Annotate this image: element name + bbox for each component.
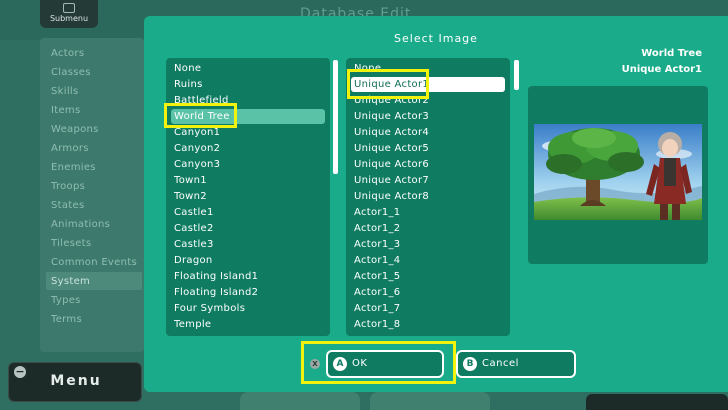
highlight-selected-image	[347, 69, 429, 99]
preview-caption: World Tree Unique Actor1	[622, 46, 702, 78]
b-button-icon: B	[463, 357, 477, 371]
highlight-ok-button	[301, 341, 456, 384]
image-list-item[interactable]: Actor1_2	[351, 221, 505, 236]
image-list-scrollbar[interactable]	[514, 60, 519, 90]
folder-list[interactable]: None Ruins Battlefield World Tree Canyon1 Can…	[166, 58, 330, 336]
folder-list-item[interactable]: Four Symbols	[171, 301, 325, 316]
select-image-dialog: Select Image None Ruins Battlefield World T…	[144, 16, 728, 392]
sidebar-item[interactable]: States	[51, 200, 84, 211]
folder-list-item[interactable]: Floating Island1	[171, 269, 325, 284]
folder-list-item[interactable]: Castle3	[171, 237, 325, 252]
background-bottom-button	[370, 392, 490, 410]
folder-list-item[interactable]: Town1	[171, 173, 325, 188]
sidebar-item[interactable]: Classes	[51, 67, 91, 78]
background-bottom-button	[240, 392, 360, 410]
image-preview-panel	[528, 86, 708, 264]
image-list-item[interactable]: Unique Actor3	[351, 109, 505, 124]
folder-list-item[interactable]: Ruins	[171, 77, 325, 92]
folder-list-item[interactable]: Castle1	[171, 205, 325, 220]
submenu-button[interactable]: Submenu	[40, 0, 98, 28]
image-list-item[interactable]: Actor1_3	[351, 237, 505, 252]
menu-button[interactable]: − Menu	[8, 362, 142, 402]
dialog-title: Select Image	[394, 32, 478, 45]
folder-list-item[interactable]: None	[171, 61, 325, 76]
folder-list-item[interactable]: Dragon	[171, 253, 325, 268]
sidebar-item[interactable]: Terms	[51, 314, 82, 325]
image-list-item[interactable]: Unique Actor7	[351, 173, 505, 188]
sidebar-item[interactable]: Common Events	[51, 257, 137, 268]
image-list-item[interactable]: Unique Actor6	[351, 157, 505, 172]
image-list-item[interactable]: Unique Actor4	[351, 125, 505, 140]
folder-list-item[interactable]: Temple	[171, 317, 325, 332]
folder-list-item[interactable]: Canyon2	[171, 141, 325, 156]
image-list-item[interactable]: Actor1_1	[351, 205, 505, 220]
image-list-item[interactable]: Actor1_5	[351, 269, 505, 284]
sidebar-item[interactable]: Types	[51, 295, 81, 306]
sidebar-item[interactable]: Weapons	[51, 124, 99, 135]
image-list-item[interactable]: Unique Actor8	[351, 189, 505, 204]
folder-list-item[interactable]: Town2	[171, 189, 325, 204]
image-list-item[interactable]: Actor1_4	[351, 253, 505, 268]
cancel-label: Cancel	[482, 358, 519, 369]
background-right-button	[586, 394, 728, 410]
folder-list-item[interactable]: Canyon3	[171, 157, 325, 172]
preview-image-name: Unique Actor1	[621, 64, 702, 75]
world-tree-preview-image	[534, 124, 702, 220]
sidebar-item[interactable]: Tilesets	[51, 238, 91, 249]
folder-list-scrollbar[interactable]	[333, 60, 338, 174]
sidebar-item[interactable]: Animations	[51, 219, 110, 230]
sidebar-item[interactable]: Armors	[51, 143, 89, 154]
cancel-button[interactable]: B Cancel	[456, 350, 576, 378]
folder-list-item[interactable]: Castle2	[171, 221, 325, 236]
image-list-item[interactable]: Unique Actor5	[351, 141, 505, 156]
sidebar-item[interactable]: Actors	[51, 48, 84, 59]
preview-folder-name: World Tree	[641, 48, 702, 59]
submenu-label: Submenu	[49, 14, 89, 23]
highlight-selected-folder	[164, 103, 237, 128]
database-sidebar: Actors Classes Skills Items Weapons Armors Ene…	[40, 38, 144, 352]
menu-label: Menu	[50, 373, 102, 389]
sidebar-item[interactable]: System	[51, 276, 90, 287]
sidebar-item[interactable]: Skills	[51, 86, 78, 97]
image-list-item[interactable]: Actor1_8	[351, 317, 505, 332]
submenu-icon	[63, 3, 75, 13]
sidebar-item[interactable]: Enemies	[51, 162, 96, 173]
image-list-item[interactable]: Actor1_7	[351, 301, 505, 316]
sidebar-item[interactable]: Items	[51, 105, 80, 116]
folder-list-item[interactable]: Floating Island2	[171, 285, 325, 300]
image-list[interactable]: None Unique Actor1 Unique Actor2 Unique Act…	[346, 58, 510, 336]
image-list-item[interactable]: Actor1_6	[351, 285, 505, 300]
sidebar-item[interactable]: Troops	[51, 181, 85, 192]
